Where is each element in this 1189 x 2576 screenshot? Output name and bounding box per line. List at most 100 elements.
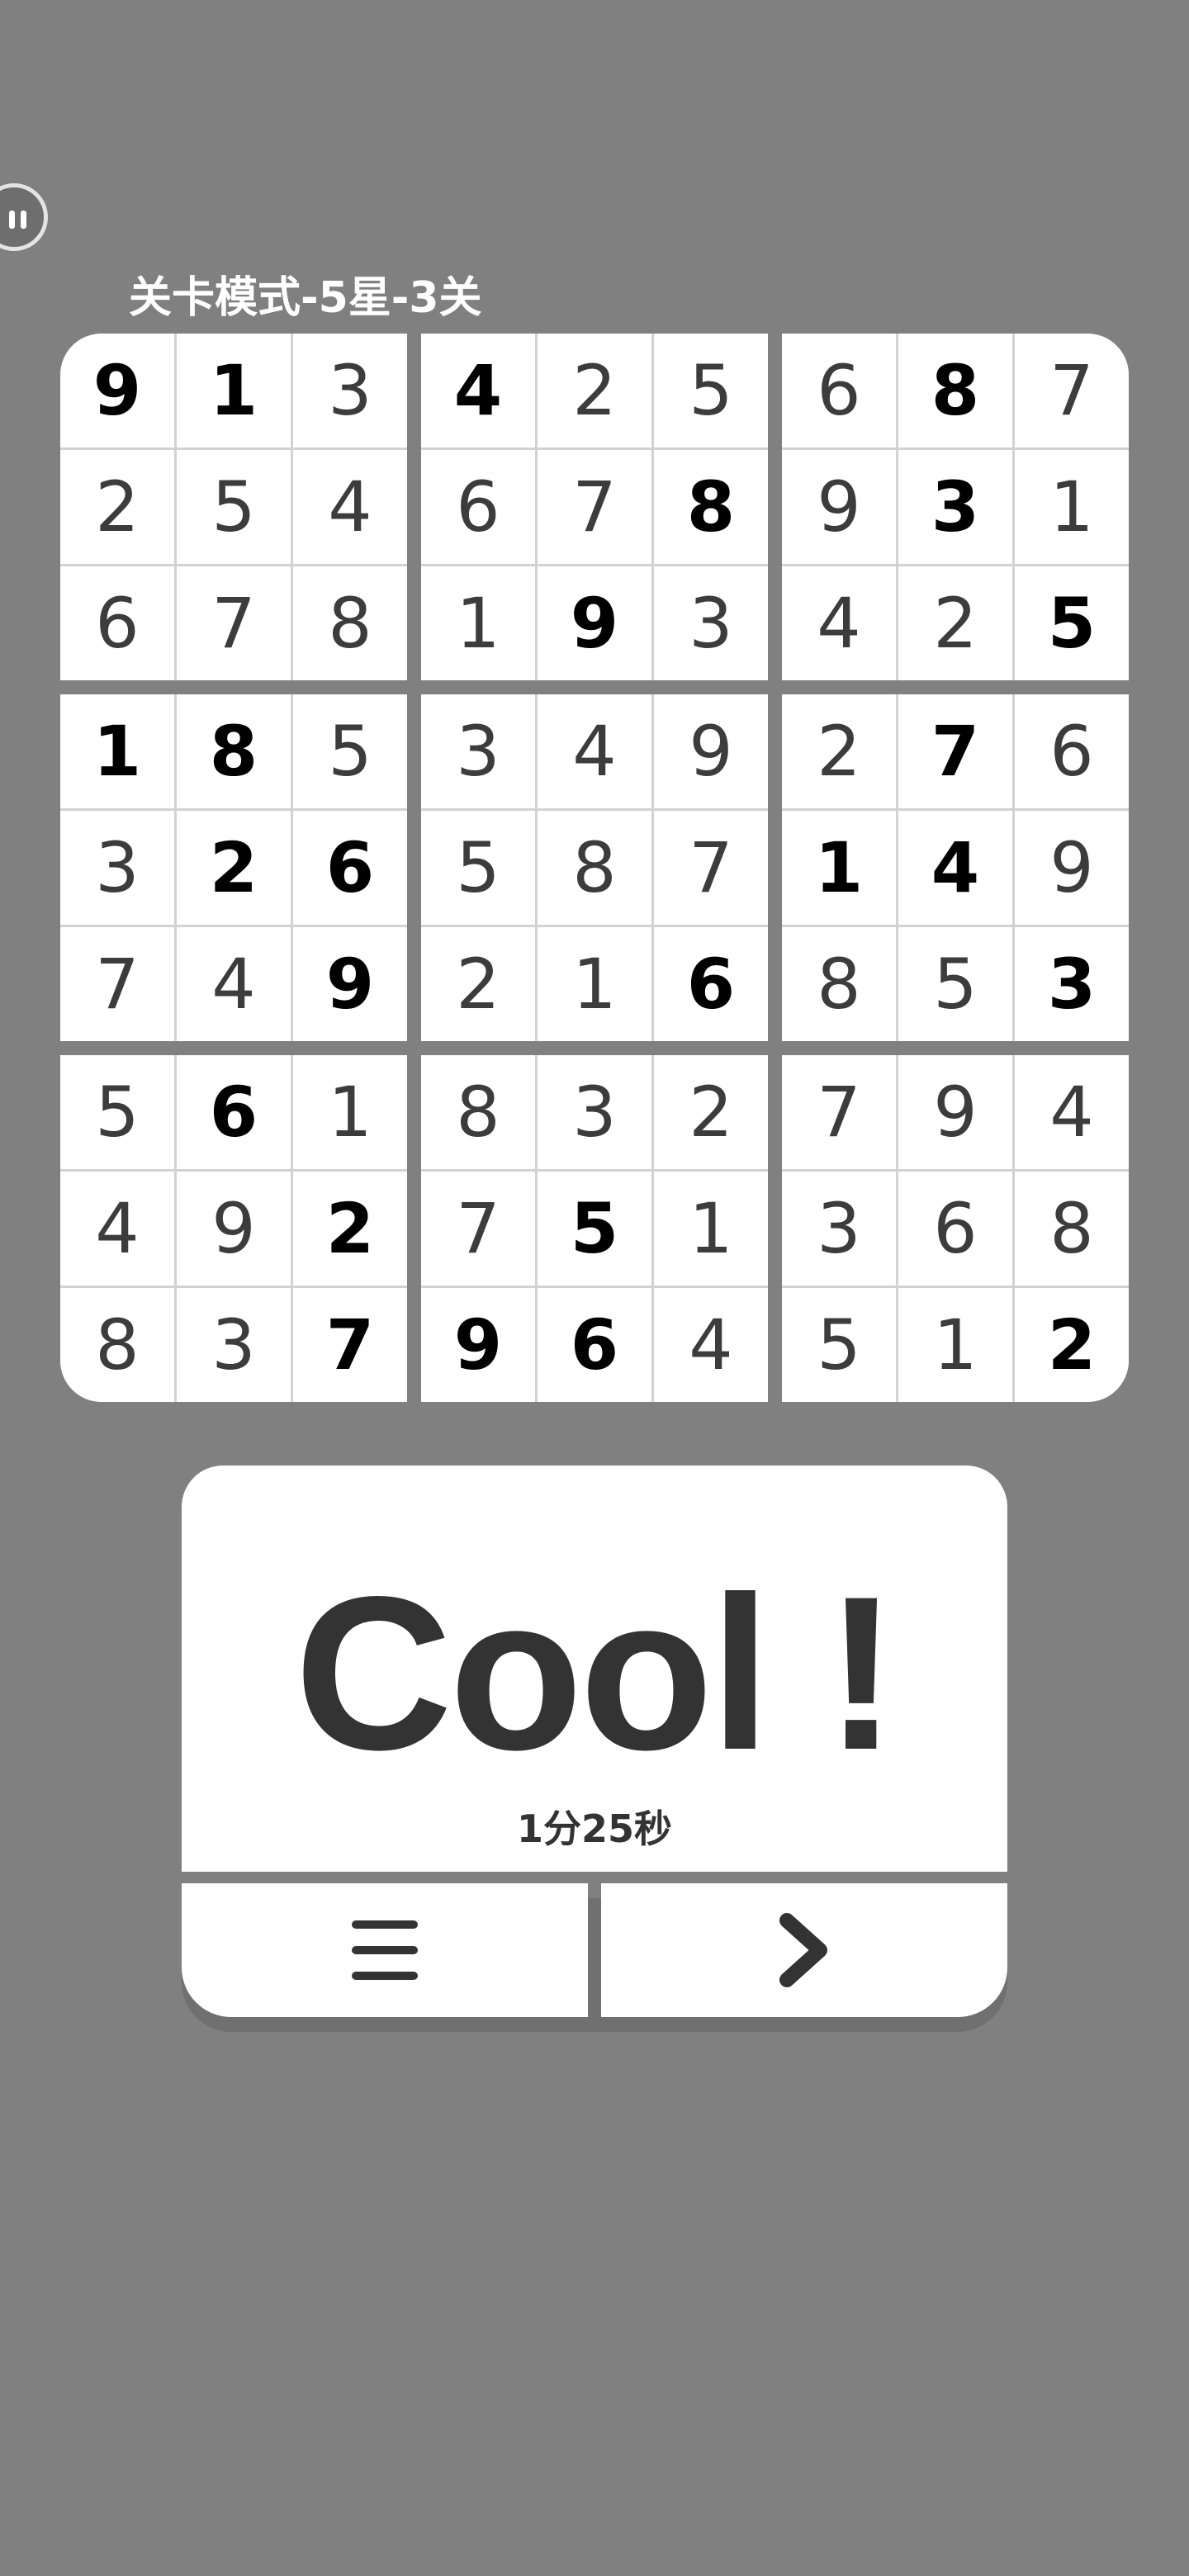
- sudoku-cell[interactable]: 1: [782, 811, 896, 925]
- pause-icon: [9, 211, 15, 229]
- sudoku-cell[interactable]: 5: [538, 1172, 651, 1286]
- result-headline: Cool !: [294, 1551, 898, 1796]
- sudoku-cell[interactable]: 8: [782, 927, 896, 1041]
- sudoku-cell[interactable]: 7: [421, 1172, 535, 1286]
- sudoku-cell[interactable]: 2: [60, 450, 174, 564]
- sudoku-cell[interactable]: 5: [293, 694, 407, 808]
- sudoku-cell[interactable]: 9: [654, 694, 768, 808]
- sudoku-box: 425 678 193: [421, 334, 768, 680]
- sudoku-box: 349 587 216: [421, 694, 768, 1041]
- sudoku-cell[interactable]: 1: [177, 334, 291, 447]
- result-card: Cool ! 1分25秒: [182, 1466, 1007, 1872]
- sudoku-cell[interactable]: 9: [782, 450, 896, 564]
- sudoku-cell[interactable]: 9: [421, 1288, 535, 1402]
- sudoku-cell[interactable]: 2: [293, 1172, 407, 1286]
- sudoku-cell[interactable]: 6: [60, 566, 174, 680]
- sudoku-cell[interactable]: 4: [293, 450, 407, 564]
- sudoku-cell[interactable]: 6: [293, 811, 407, 925]
- sudoku-cell[interactable]: 2: [538, 334, 651, 447]
- sudoku-board: 9132546784256781936879314251853267493495…: [60, 334, 1129, 1404]
- sudoku-cell[interactable]: 3: [421, 694, 535, 808]
- sudoku-box: 794 368 512: [782, 1055, 1129, 1402]
- sudoku-cell[interactable]: 6: [654, 927, 768, 1041]
- sudoku-cell[interactable]: 6: [1015, 694, 1129, 808]
- sudoku-cell[interactable]: 9: [60, 334, 174, 447]
- sudoku-cell[interactable]: 7: [293, 1288, 407, 1402]
- sudoku-cell[interactable]: 1: [654, 1172, 768, 1286]
- sudoku-cell[interactable]: 6: [177, 1055, 291, 1169]
- sudoku-cell[interactable]: 5: [1015, 566, 1129, 680]
- sudoku-cell[interactable]: 7: [1015, 334, 1129, 447]
- sudoku-cell[interactable]: 8: [177, 694, 291, 808]
- sudoku-cell[interactable]: 5: [782, 1288, 896, 1402]
- sudoku-cell[interactable]: 2: [177, 811, 291, 925]
- sudoku-cell[interactable]: 9: [177, 1172, 291, 1286]
- sudoku-box: 185 326 749: [60, 694, 407, 1041]
- sudoku-cell[interactable]: 3: [177, 1288, 291, 1402]
- sudoku-cell[interactable]: 6: [782, 334, 896, 447]
- sudoku-cell[interactable]: 3: [293, 334, 407, 447]
- sudoku-cell[interactable]: 1: [421, 566, 535, 680]
- sudoku-cell[interactable]: 3: [60, 811, 174, 925]
- next-level-button[interactable]: [601, 1883, 1007, 2017]
- sudoku-cell[interactable]: 3: [782, 1172, 896, 1286]
- sudoku-cell[interactable]: 8: [293, 566, 407, 680]
- sudoku-cell[interactable]: 8: [421, 1055, 535, 1169]
- sudoku-cell[interactable]: 8: [898, 334, 1012, 447]
- sudoku-cell[interactable]: 5: [654, 334, 768, 447]
- sudoku-box: 687 931 425: [782, 334, 1129, 680]
- sudoku-cell[interactable]: 4: [654, 1288, 768, 1402]
- sudoku-cell[interactable]: 4: [538, 694, 651, 808]
- sudoku-cell[interactable]: 9: [293, 927, 407, 1041]
- sudoku-cell[interactable]: 2: [421, 927, 535, 1041]
- pause-button[interactable]: [0, 183, 48, 251]
- sudoku-cell[interactable]: 4: [1015, 1055, 1129, 1169]
- sudoku-box: 276 149 853: [782, 694, 1129, 1041]
- sudoku-cell[interactable]: 7: [177, 566, 291, 680]
- sudoku-cell[interactable]: 4: [898, 811, 1012, 925]
- sudoku-cell[interactable]: 2: [782, 694, 896, 808]
- sudoku-cell[interactable]: 4: [782, 566, 896, 680]
- sudoku-cell[interactable]: 3: [654, 566, 768, 680]
- sudoku-box: 832 751 964: [421, 1055, 768, 1402]
- sudoku-cell[interactable]: 5: [898, 927, 1012, 1041]
- sudoku-cell[interactable]: 1: [538, 927, 651, 1041]
- sudoku-cell[interactable]: 5: [177, 450, 291, 564]
- sudoku-cell[interactable]: 4: [177, 927, 291, 1041]
- sudoku-cell[interactable]: 6: [898, 1172, 1012, 1286]
- sudoku-cell[interactable]: 8: [538, 811, 651, 925]
- sudoku-cell[interactable]: 7: [782, 1055, 896, 1169]
- sudoku-cell[interactable]: 1: [293, 1055, 407, 1169]
- sudoku-cell[interactable]: 9: [538, 566, 651, 680]
- sudoku-cell[interactable]: 4: [60, 1172, 174, 1286]
- sudoku-cell[interactable]: 7: [898, 694, 1012, 808]
- sudoku-cell[interactable]: 6: [421, 450, 535, 564]
- sudoku-cell[interactable]: 7: [538, 450, 651, 564]
- sudoku-cell[interactable]: 5: [60, 1055, 174, 1169]
- sudoku-box: 913 254 678: [60, 334, 407, 680]
- menu-icon: [352, 1920, 418, 1980]
- sudoku-cell[interactable]: 8: [60, 1288, 174, 1402]
- sudoku-cell[interactable]: 3: [898, 450, 1012, 564]
- sudoku-cell[interactable]: 1: [60, 694, 174, 808]
- sudoku-cell[interactable]: 7: [60, 927, 174, 1041]
- level-title: 关卡模式-5星-3关: [129, 273, 482, 323]
- sudoku-cell[interactable]: 8: [654, 450, 768, 564]
- menu-button[interactable]: [182, 1883, 588, 2017]
- sudoku-cell[interactable]: 1: [898, 1288, 1012, 1402]
- elapsed-time: 1分25秒: [516, 1807, 673, 1851]
- sudoku-cell[interactable]: 7: [654, 811, 768, 925]
- sudoku-cell[interactable]: 8: [1015, 1172, 1129, 1286]
- sudoku-cell[interactable]: 4: [421, 334, 535, 447]
- sudoku-cell[interactable]: 9: [898, 1055, 1012, 1169]
- sudoku-cell[interactable]: 3: [1015, 927, 1129, 1041]
- sudoku-cell[interactable]: 2: [1015, 1288, 1129, 1402]
- sudoku-cell[interactable]: 6: [538, 1288, 651, 1402]
- sudoku-cell[interactable]: 2: [898, 566, 1012, 680]
- sudoku-cell[interactable]: 5: [421, 811, 535, 925]
- sudoku-cell[interactable]: 2: [654, 1055, 768, 1169]
- sudoku-box: 561 492 837: [60, 1055, 407, 1402]
- sudoku-cell[interactable]: 3: [538, 1055, 651, 1169]
- sudoku-cell[interactable]: 1: [1015, 450, 1129, 564]
- sudoku-cell[interactable]: 9: [1015, 811, 1129, 925]
